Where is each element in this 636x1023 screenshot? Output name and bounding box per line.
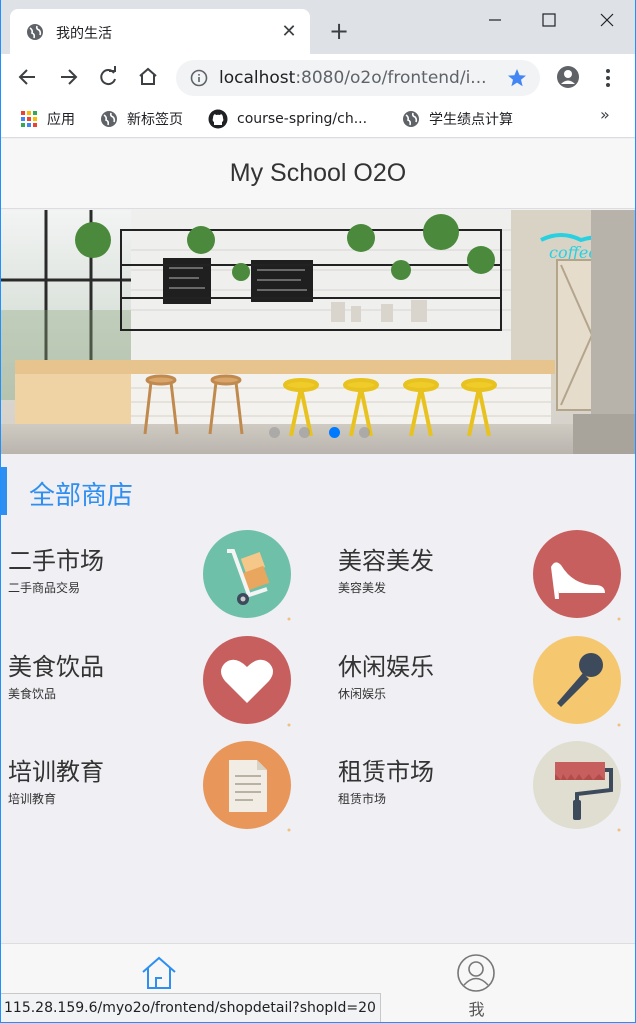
category-name: 二手市场 [8,547,104,575]
heart-icon [203,636,291,727]
carousel-dot[interactable] [299,427,310,438]
carousel-indicators [269,427,389,439]
globe-icon [101,111,117,127]
category-name: 培训教育 [8,758,104,786]
bookmark-label: 新标签页 [127,112,183,128]
url-path: :8080/o2o/frontend/i... [295,68,487,88]
cart-icon [203,530,291,621]
category-rental[interactable]: 租赁市场 租赁市场 [331,741,631,852]
category-food[interactable]: 美食饮品 美食饮品 [1,636,301,747]
url-host: localhost [219,68,296,88]
bookmarks-overflow-icon[interactable]: » [600,105,610,124]
back-arrow-icon[interactable] [15,64,41,90]
github-icon [208,109,228,129]
carousel-dot[interactable] [329,427,340,438]
bookmark-course-spring[interactable]: course-spring/ch... [208,108,367,130]
category-education[interactable]: 培训教育 培训教育 [1,741,301,852]
info-icon[interactable] [190,69,208,87]
bookmark-gpa-calculator[interactable]: 学生绩点计算 [402,108,513,130]
forward-arrow-icon[interactable] [55,64,81,90]
category-desc: 美食饮品 [8,687,57,701]
cafe-interior-image: coffee [1,210,635,454]
apps-grid-icon [21,111,37,127]
page-header: My School O2O [1,139,635,209]
section-header: 全部商店 [1,467,635,515]
category-desc: 美容美发 [338,581,387,595]
home-page-icon[interactable] [135,64,161,90]
page-title: My School O2O [229,159,407,187]
microphone-icon [533,636,621,727]
category-entertainment[interactable]: 休闲娱乐 休闲娱乐 [331,636,631,747]
carousel-banner[interactable]: coffee [1,210,635,454]
page-content: My School O2O coffee 全部商店 二手市场 二手商品交易 美容… [1,139,635,1023]
high-heel-icon [533,530,621,621]
section-title: 全部商店 [29,481,134,511]
bookmark-apps[interactable]: 应用 [20,108,75,130]
menu-kebab-icon[interactable] [598,66,618,90]
carousel-dot[interactable] [269,427,280,438]
document-icon [203,741,291,832]
category-name: 美食饮品 [8,653,104,681]
url-text[interactable]: localhost:8080/o2o/frontend/i... [219,68,501,88]
carousel-dot[interactable] [359,427,370,438]
minimize-icon[interactable] [480,8,510,32]
tab-title: 我的生活 [56,26,112,42]
browser-titlebar: 我的生活 ✕ + [0,0,636,54]
reload-icon[interactable] [95,64,121,90]
new-tab-button[interactable]: + [326,18,352,44]
category-desc: 休闲娱乐 [338,687,387,701]
link-status-bar: 115.28.159.6/myo2o/frontend/shopdetail?s… [0,993,381,1023]
close-window-icon[interactable] [592,8,622,32]
bookmark-label: 学生绩点计算 [429,112,513,128]
category-name: 租赁市场 [338,758,434,786]
profile-icon[interactable] [556,65,580,89]
close-tab-icon[interactable]: ✕ [278,21,300,43]
category-desc: 培训教育 [8,792,57,806]
section-accent-bar [1,467,7,515]
maximize-icon[interactable] [534,8,564,32]
category-beauty[interactable]: 美容美发 美容美发 [331,530,631,641]
bookmarks-bar: 应用 新标签页 course-spring/ch... 学生绩点计算 » [0,100,636,138]
globe-icon [27,24,43,40]
bookmark-star-icon[interactable] [506,67,528,89]
category-desc: 租赁市场 [338,792,387,806]
category-name: 美容美发 [338,547,434,575]
category-second-hand[interactable]: 二手市场 二手商品交易 [1,530,301,641]
user-icon [457,954,495,992]
paint-roller-icon [533,741,621,832]
address-bar[interactable]: localhost:8080/o2o/frontend/i... [176,60,540,96]
bookmark-new-tab[interactable]: 新标签页 [100,108,183,130]
browser-tab[interactable]: 我的生活 ✕ [10,9,310,54]
browser-toolbar: localhost:8080/o2o/frontend/i... [0,54,636,100]
category-desc: 二手商品交易 [8,581,81,595]
bookmark-label: course-spring/ch... [237,111,368,127]
bookmark-label: 应用 [47,112,75,128]
home-icon [142,956,176,989]
category-name: 休闲娱乐 [338,653,434,681]
globe-icon [403,111,419,127]
